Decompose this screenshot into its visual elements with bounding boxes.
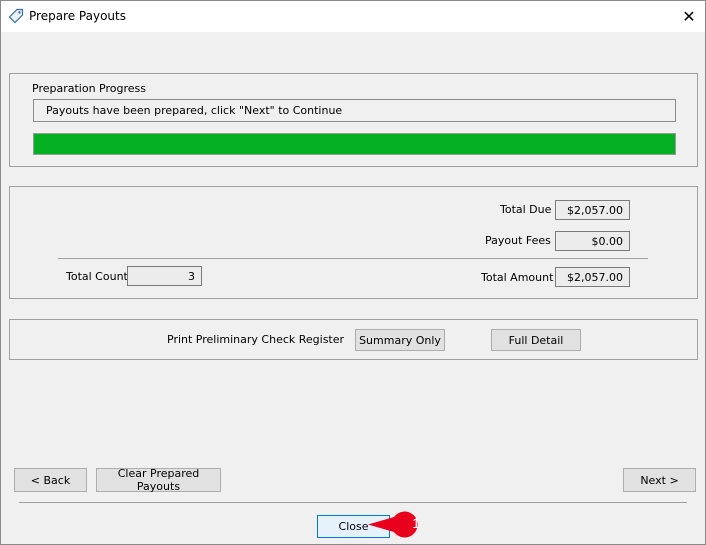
- check-register-group: Print Preliminary Check Register Summary…: [9, 319, 698, 360]
- total-count-field: 3: [127, 266, 202, 286]
- payout-fees-field: $0.00: [555, 231, 630, 251]
- tag-icon: [8, 8, 24, 24]
- check-register-label: Print Preliminary Check Register: [167, 333, 345, 346]
- total-amount-field: $2,057.00: [555, 267, 630, 287]
- summary-only-button[interactable]: Summary Only: [355, 329, 445, 351]
- total-due-field: $2,057.00: [555, 200, 630, 220]
- window-title: Prepare Payouts: [29, 9, 126, 23]
- full-detail-button[interactable]: Full Detail: [491, 329, 581, 351]
- prepare-payouts-window: Prepare Payouts ✕ Preparation Progress P…: [0, 0, 706, 545]
- progress-status-text: Payouts have been prepared, click "Next"…: [46, 104, 343, 117]
- total-amount-label: Total Amount: [481, 271, 554, 284]
- title-bar: Prepare Payouts ✕: [1, 1, 705, 32]
- clear-prepared-payouts-button[interactable]: Clear Prepared Payouts: [96, 467, 221, 493]
- total-due-label: Total Due: [500, 203, 552, 216]
- callout-number: 1: [412, 515, 420, 531]
- progress-group-label: Preparation Progress: [32, 82, 146, 95]
- progress-bar-fill: [34, 134, 675, 154]
- total-count-label: Total Count: [66, 270, 128, 283]
- totals-group: Total Due $2,057.00 Payout Fees $0.00 To…: [9, 186, 698, 299]
- progress-status-field: Payouts have been prepared, click "Next"…: [33, 99, 676, 122]
- back-button[interactable]: < Back: [14, 468, 87, 492]
- payout-fees-label: Payout Fees: [485, 234, 551, 247]
- footer-divider: [19, 502, 687, 503]
- progress-group: Preparation Progress Payouts have been p…: [9, 73, 698, 167]
- next-button[interactable]: Next >: [623, 468, 696, 492]
- progress-bar: [33, 133, 676, 155]
- totals-divider: [58, 258, 648, 259]
- close-icon[interactable]: ✕: [679, 6, 699, 26]
